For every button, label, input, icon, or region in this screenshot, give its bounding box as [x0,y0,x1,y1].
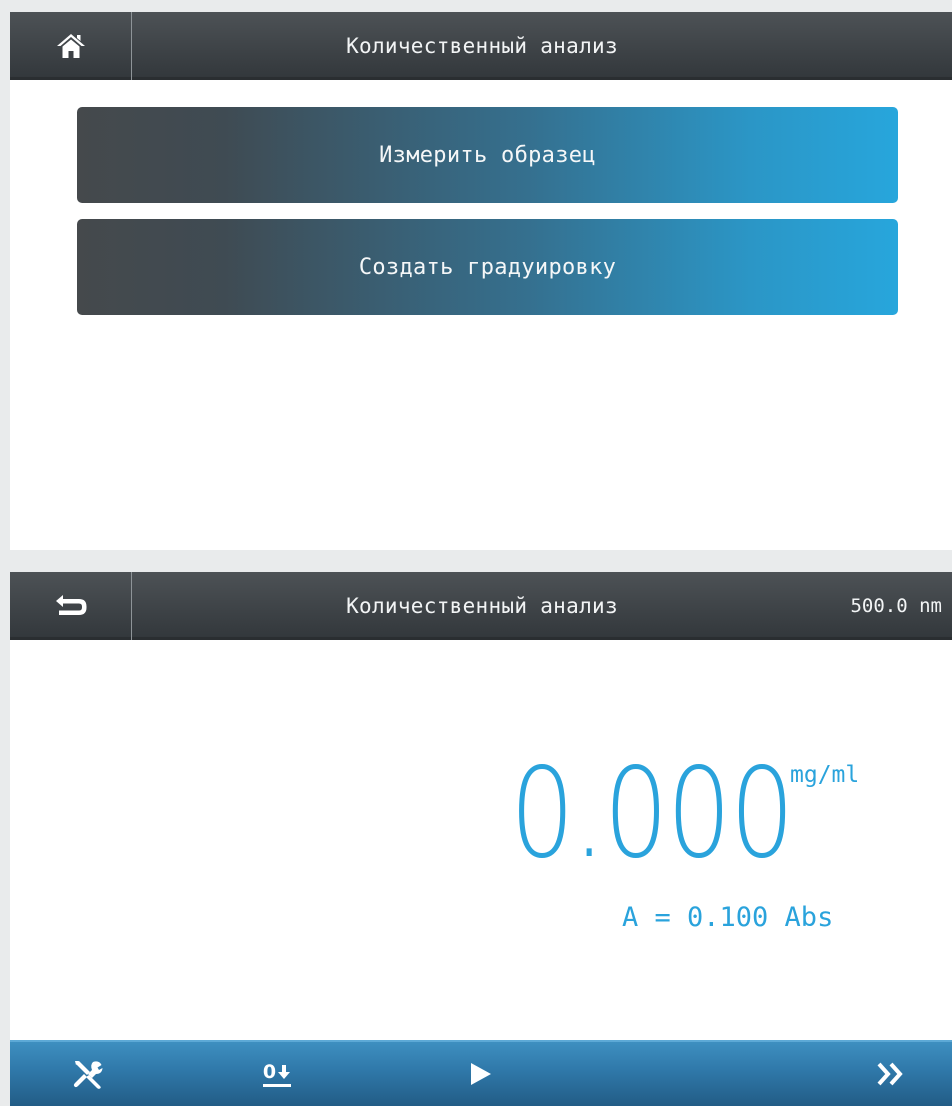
bottom-toolbar: 0 [10,1040,952,1106]
double-chevron-right-icon [877,1062,903,1086]
header-bar: Количественный анализ [10,12,952,80]
concentration-unit: mg/ml [790,762,860,788]
play-button[interactable] [435,1042,525,1106]
concentration-value: 0.000 [510,742,795,886]
measure-sample-button[interactable]: Измерить образец [77,107,898,203]
next-button[interactable] [846,1042,936,1106]
page-title: Количественный анализ [346,594,618,618]
wavelength-readout: 500.0 nm [850,595,942,617]
back-button[interactable] [10,572,131,640]
tools-button[interactable] [43,1042,133,1106]
create-calibration-button[interactable]: Создать градуировку [77,219,898,315]
zero-label: 0 [262,1061,292,1087]
tools-icon [73,1061,103,1089]
home-icon [56,34,85,58]
absorbance-readout: A = 0.100 Abs [622,902,834,933]
header-bar: Количественный анализ 500.0 nm [10,572,952,640]
main-menu-screen: Количественный анализ Измерить образец С… [10,12,952,550]
page-title: Количественный анализ [346,34,618,58]
zero-text: 0 [262,1061,277,1083]
measurement-screen: Количественный анализ 500.0 nm 0.000 mg/… [10,572,952,1106]
back-arrow-icon [55,595,86,615]
zero-arrow-icon [278,1065,291,1079]
auto-zero-button[interactable]: 0 [232,1042,322,1106]
play-icon [471,1063,491,1085]
home-button[interactable] [10,12,131,80]
